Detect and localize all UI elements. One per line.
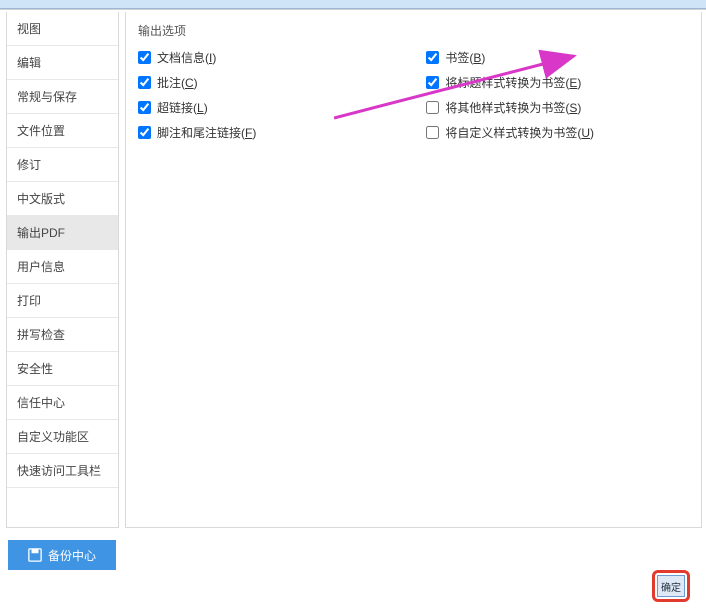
right-option-2[interactable]: 将其他样式转换为书签(S): [426, 99, 594, 116]
left-checkbox-2[interactable]: [138, 101, 151, 114]
sidebar-item-8[interactable]: 打印: [7, 284, 118, 318]
sidebar-item-5[interactable]: 中文版式: [7, 182, 118, 216]
right-option-3[interactable]: 将自定义样式转换为书签(U): [426, 124, 594, 141]
left-option-3[interactable]: 脚注和尾注链接(F): [138, 124, 256, 141]
right-checkbox-2[interactable]: [426, 101, 439, 114]
sidebar-item-13[interactable]: 快速访问工具栏: [7, 454, 118, 488]
left-option-label-3: 脚注和尾注链接(F): [157, 124, 256, 141]
sidebar-item-9[interactable]: 拼写检查: [7, 318, 118, 352]
section-title: 输出选项: [138, 22, 689, 39]
left-option-label-0: 文档信息(I): [157, 49, 216, 66]
right-option-0[interactable]: 书签(B): [426, 49, 594, 66]
right-option-label-2: 将其他样式转换为书签(S): [445, 99, 581, 116]
right-option-label-0: 书签(B): [445, 49, 485, 66]
right-options-column: 书签(B) 将标题样式转换为书签(E) 将其他样式转换为书签(S) 将自定义样式转换为…: [426, 49, 594, 141]
left-option-2[interactable]: 超链接(L): [138, 99, 256, 116]
output-pdf-panel: 输出选项 文档信息(I) 批注(C) 超链接(L) 脚注和尾注链接(F) 书签(B) 将…: [125, 12, 702, 528]
backup-center-label: 备份中心: [48, 547, 96, 564]
left-option-label-2: 超链接(L): [157, 99, 208, 116]
right-checkbox-0[interactable]: [426, 51, 439, 64]
right-option-1[interactable]: 将标题样式转换为书签(E): [426, 74, 594, 91]
save-icon: [28, 548, 42, 562]
backup-center-button[interactable]: 备份中心: [8, 540, 116, 570]
ok-button[interactable]: 确定: [657, 575, 685, 597]
sidebar-item-4[interactable]: 修订: [7, 148, 118, 182]
right-option-label-1: 将标题样式转换为书签(E): [445, 74, 581, 91]
sidebar-item-3[interactable]: 文件位置: [7, 114, 118, 148]
ok-label: 确定: [661, 579, 681, 594]
left-option-1[interactable]: 批注(C): [138, 74, 256, 91]
sidebar-item-12[interactable]: 自定义功能区: [7, 420, 118, 454]
sidebar-item-1[interactable]: 编辑: [7, 46, 118, 80]
sidebar-item-7[interactable]: 用户信息: [7, 250, 118, 284]
left-option-0[interactable]: 文档信息(I): [138, 49, 256, 66]
settings-sidebar: 视图编辑常规与保存文件位置修订中文版式输出PDF用户信息打印拼写检查安全性信任中…: [6, 12, 119, 528]
ok-highlight: 确定: [652, 570, 690, 602]
sidebar-item-11[interactable]: 信任中心: [7, 386, 118, 420]
right-option-label-3: 将自定义样式转换为书签(U): [445, 124, 594, 141]
right-checkbox-3[interactable]: [426, 126, 439, 139]
left-checkbox-3[interactable]: [138, 126, 151, 139]
sidebar-item-10[interactable]: 安全性: [7, 352, 118, 386]
sidebar-item-0[interactable]: 视图: [7, 12, 118, 46]
title-bar: [0, 0, 706, 9]
left-checkbox-1[interactable]: [138, 76, 151, 89]
left-checkbox-0[interactable]: [138, 51, 151, 64]
sidebar-item-2[interactable]: 常规与保存: [7, 80, 118, 114]
sidebar-item-6[interactable]: 输出PDF: [7, 216, 118, 250]
right-checkbox-1[interactable]: [426, 76, 439, 89]
left-options-column: 文档信息(I) 批注(C) 超链接(L) 脚注和尾注链接(F): [138, 49, 256, 141]
left-option-label-1: 批注(C): [157, 74, 198, 91]
